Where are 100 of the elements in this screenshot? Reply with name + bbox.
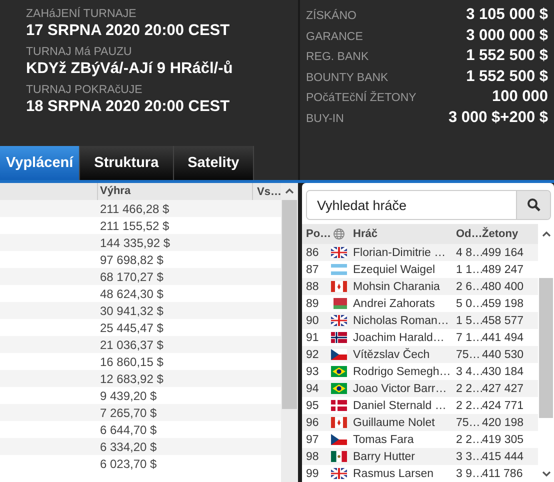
flag-icon	[331, 247, 347, 258]
table-cell-text: 415 444	[482, 450, 525, 462]
player-name: Nicholas Roman…	[352, 314, 450, 326]
table-cell-text: 441 494	[482, 332, 525, 344]
table-cell-text: 89	[305, 298, 320, 310]
table-cell-text: 459 198	[482, 298, 525, 310]
column-header[interactable]: Žetony	[479, 228, 535, 240]
table-cell-text: 419 305	[482, 434, 525, 446]
info-value: KDYž ZBýVá/-AJí 9 HRáčl/-ů	[26, 59, 234, 79]
flag-icon	[331, 417, 347, 428]
globe-icon	[333, 228, 345, 240]
flag-icon	[331, 434, 347, 445]
table-cell-text: 75…	[455, 416, 479, 428]
table-cell-text: 499 164	[482, 246, 525, 258]
stat-label: REG. BANK	[306, 51, 369, 63]
column-header[interactable]: Od…	[454, 228, 479, 240]
flag-icon	[331, 383, 347, 394]
player-name: Joachim Harald…	[352, 332, 446, 344]
flag-icon	[331, 468, 347, 479]
player-name: Tomas Fara	[352, 434, 415, 446]
player-name: Ezequiel Waigel	[352, 264, 436, 276]
tab[interactable]: Struktura	[80, 146, 174, 180]
player-name: Guillaume Nolet	[352, 416, 436, 428]
table-cell: 6 334,20 $	[100, 440, 157, 454]
tab[interactable]: Satelity	[174, 146, 254, 180]
player-name: Rodrigo Semegh…	[352, 366, 452, 378]
table-cell-text: 430 184	[482, 366, 525, 378]
table-cell-text: 98	[305, 450, 320, 462]
table-cell-text: 91	[305, 332, 320, 344]
stat-label: BOUNTY BANK	[306, 72, 388, 84]
player-name: Joao Victor Barr…	[352, 382, 448, 394]
info-label: ZAHáJENÍ TURNAJE	[26, 7, 138, 21]
flag-icon	[331, 349, 347, 360]
table-cell: 6 023,70 $	[100, 456, 157, 470]
table-cell: 6 644,70 $	[100, 422, 157, 436]
table-cell-text: 96	[305, 416, 320, 428]
flag-icon	[331, 264, 347, 275]
info-label: TURNAJ Má PAUZU	[26, 45, 133, 59]
scrollbar[interactable]	[281, 183, 298, 482]
stat-value: 1 552 500 $	[466, 47, 548, 65]
table-cell-text: 94	[305, 382, 320, 394]
table-cell-text: 420 198	[481, 416, 525, 428]
column-header[interactable]: Hráč	[350, 228, 454, 240]
player-name: Rasmus Larsen	[352, 468, 435, 480]
table-cell: 16 860,15 $	[100, 354, 164, 368]
table-cell-text: 92	[305, 348, 320, 360]
table-cell: 9 439,20 $	[100, 388, 157, 402]
search-field[interactable]: Vyhledat hráče	[306, 190, 551, 220]
flag-icon	[331, 298, 347, 309]
table-cell-text: 93	[305, 366, 320, 378]
table-cell: 25 445,47 $	[100, 320, 164, 334]
stat-label: GARANCE	[306, 30, 363, 42]
stat-value: 1 552 500 $	[466, 68, 548, 86]
table-cell: 21 036,37 $	[100, 338, 164, 352]
table-cell: 211 466,28 $	[100, 202, 170, 216]
player-name: Barry Hutter	[352, 450, 416, 462]
table-cell-text: 440 530	[481, 348, 525, 360]
table-cell: 12 683,92 $	[100, 372, 164, 386]
stat-value: 100 000	[492, 88, 548, 106]
stat-value: 3 000 $+200 $	[448, 108, 548, 126]
table-cell-text: 75…	[455, 348, 479, 360]
info-value: 18 SRPNA 2020 20:00 CEST	[26, 97, 231, 117]
stat-value: 3 105 000 $	[466, 6, 548, 24]
table-cell: 30 941,32 $	[100, 304, 164, 318]
tab[interactable]: Vyplácení	[0, 146, 80, 180]
table-cell-text: 458 577	[482, 314, 525, 326]
table-cell-text: 480 400	[482, 280, 525, 292]
table-cell: 68 170,27 $	[100, 270, 164, 284]
info-value: 17 SRPNA 2020 20:00 CEST	[26, 21, 231, 41]
table-cell-text: 86	[305, 246, 320, 258]
table-cell: 97 698,82 $	[100, 252, 164, 266]
table-cell-text: 87	[305, 264, 320, 276]
table-cell: 144 335,92 $	[100, 236, 170, 250]
table-cell-text: 424 771	[482, 400, 525, 412]
flag-icon	[331, 400, 347, 411]
table-cell-text: 88	[305, 280, 320, 292]
column-header[interactable]: Vs…	[253, 186, 282, 198]
table-cell-text: 95	[305, 400, 320, 412]
table-cell-text: 97	[305, 434, 320, 446]
flag-icon	[331, 315, 347, 326]
table-cell-text: 427 427	[482, 382, 525, 394]
player-name: Andrei Zahorats	[352, 298, 436, 310]
table-cell-text: 90	[305, 314, 320, 326]
stat-label: POčáTEčNÍ ŽETONY	[306, 92, 416, 104]
search-button[interactable]	[516, 191, 550, 219]
stat-label: ZÍSKÁNO	[306, 10, 356, 22]
player-name: Vítězslav Čech	[352, 348, 431, 360]
column-header[interactable]: Po…	[302, 228, 328, 240]
flag-icon	[331, 451, 347, 462]
stat-value: 3 000 000 $	[466, 26, 548, 44]
flag-icon	[331, 332, 347, 343]
search-icon	[526, 198, 540, 212]
player-name: Florian-Dimitrie …	[352, 246, 447, 258]
table-cell: 48 624,30 $	[100, 286, 164, 300]
table-cell-text: 99	[305, 468, 320, 480]
table-cell-text: 411 786	[482, 468, 524, 480]
stat-label: BUY-IN	[306, 112, 344, 124]
player-name: Daniel Sternald …	[352, 400, 448, 412]
table-cell-text: 489 247	[482, 264, 525, 276]
info-label: TURNAJ POKRAčUJE	[26, 83, 144, 97]
